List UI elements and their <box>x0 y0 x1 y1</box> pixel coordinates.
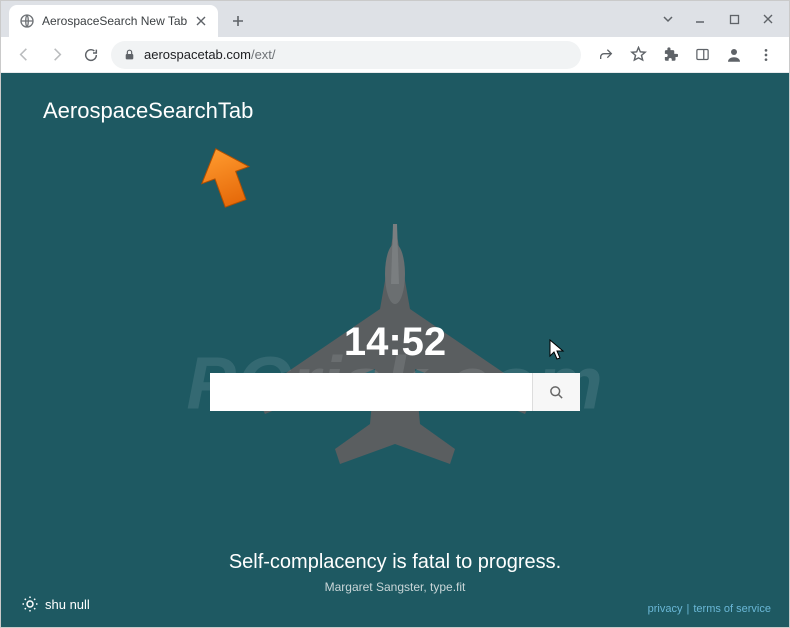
page-content: AerospaceSearchTab PCrisk.com 14:52 Self… <box>1 73 789 627</box>
browser-tab[interactable]: AerospaceSearch New Tab <box>9 5 218 37</box>
toolbar-actions <box>587 41 781 69</box>
footer-links: privacy | terms of service <box>648 603 771 615</box>
new-tab-button[interactable] <box>224 7 252 35</box>
tab-title: AerospaceSearch New Tab <box>42 14 187 28</box>
profile-icon[interactable] <box>719 41 749 69</box>
chevron-down-icon[interactable] <box>653 5 683 33</box>
url-bar[interactable]: aerospacetab.com/ext/ <box>111 41 581 69</box>
lock-icon <box>123 48 136 61</box>
minimize-button[interactable] <box>683 5 717 33</box>
sidepanel-icon[interactable] <box>687 41 717 69</box>
reload-button[interactable] <box>77 41 105 69</box>
share-icon[interactable] <box>591 41 621 69</box>
forward-button[interactable] <box>43 41 71 69</box>
quote-block: Self-complacency is fatal to progress. M… <box>1 551 789 594</box>
weather-icon <box>21 595 39 613</box>
weather-widget[interactable]: shu null <box>21 595 90 613</box>
mouse-cursor <box>549 339 565 361</box>
tab-strip: AerospaceSearch New Tab <box>1 1 789 37</box>
close-icon[interactable] <box>194 14 208 28</box>
back-button[interactable] <box>9 41 37 69</box>
page-title: AerospaceSearchTab <box>43 98 253 124</box>
menu-icon[interactable] <box>751 41 781 69</box>
window-controls <box>653 1 789 37</box>
close-window-button[interactable] <box>751 5 785 33</box>
search-icon <box>549 385 564 400</box>
bookmark-icon[interactable] <box>623 41 653 69</box>
clock: 14:52 <box>344 320 446 365</box>
search-input[interactable] <box>210 373 532 411</box>
terms-link[interactable]: terms of service <box>693 603 771 615</box>
privacy-link[interactable]: privacy <box>648 603 683 615</box>
maximize-button[interactable] <box>717 5 751 33</box>
browser-window: AerospaceSearch New Tab <box>0 0 790 628</box>
search-box <box>210 373 580 411</box>
globe-icon <box>19 13 35 29</box>
extensions-icon[interactable] <box>655 41 685 69</box>
separator: | <box>687 603 690 615</box>
search-button[interactable] <box>532 373 580 411</box>
address-bar: aerospacetab.com/ext/ <box>1 37 789 73</box>
url-text: aerospacetab.com/ext/ <box>144 47 569 62</box>
pointer-arrow-overlay <box>199 145 253 209</box>
quote-author: Margaret Sangster, type.fit <box>1 580 789 594</box>
quote-text: Self-complacency is fatal to progress. <box>1 551 789 574</box>
weather-text: shu null <box>45 597 90 612</box>
